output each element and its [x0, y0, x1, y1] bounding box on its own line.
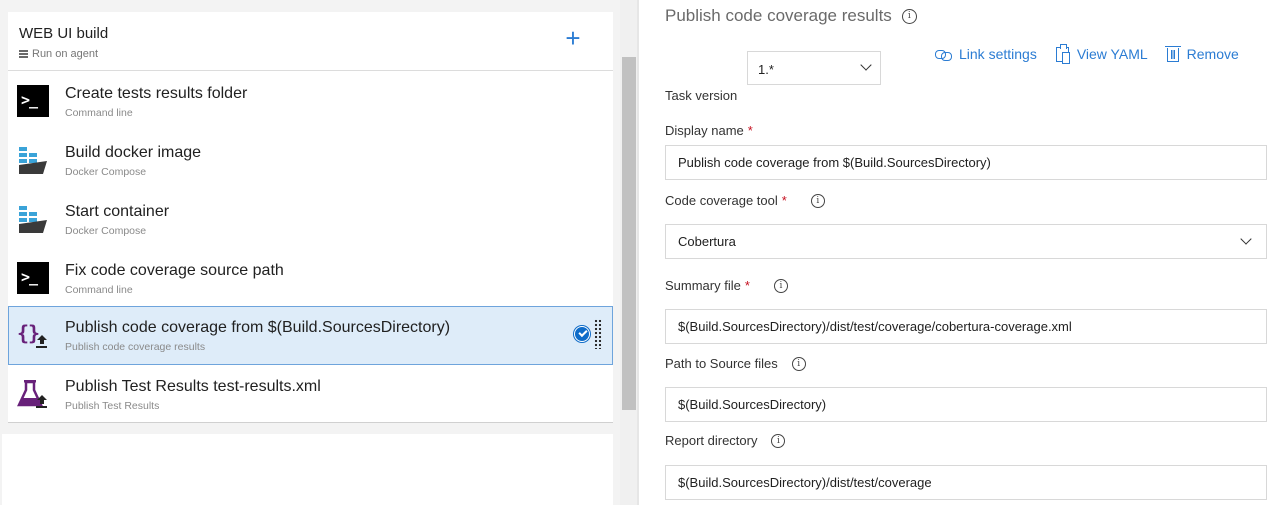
docker-icon — [19, 147, 47, 174]
summary-file-label: Summary file * i — [665, 278, 788, 293]
path-to-source-label-text: Path to Source files — [665, 356, 778, 371]
coverage-tool-label-text: Code coverage tool — [665, 193, 778, 208]
task-name: Start container — [65, 203, 170, 220]
svg-text:}: } — [28, 321, 40, 345]
enabled-check-icon[interactable] — [574, 326, 590, 342]
task-item[interactable]: >_ Create tests results folder Command l… — [8, 72, 613, 130]
publish-code-coverage-icon: { } — [17, 321, 47, 348]
task-name: Fix code coverage source path — [65, 262, 284, 279]
display-name-label: Display name * — [665, 123, 753, 138]
info-icon[interactable]: i — [901, 8, 917, 24]
agent-server-icon — [19, 49, 28, 59]
remove-button[interactable]: Remove — [1164, 46, 1239, 62]
chevron-down-icon — [1240, 233, 1252, 245]
task-type: Docker Compose — [65, 166, 147, 178]
report-directory-label: Report directory i — [665, 433, 786, 448]
task-name: Create tests results folder — [65, 85, 248, 102]
info-icon[interactable]: i — [810, 193, 825, 208]
coverage-tool-label: Code coverage tool * i — [665, 193, 825, 208]
view-yaml-button[interactable]: View YAML — [1055, 43, 1148, 64]
task-item[interactable]: >_ Fix code coverage source path Command… — [8, 249, 613, 307]
phase-subtitle-text: Run on agent — [32, 48, 99, 60]
task-actions: Link settings View YAML Remove — [935, 43, 1239, 64]
task-details-title-text: Publish code coverage results — [665, 6, 892, 25]
chevron-down-icon — [860, 59, 872, 71]
task-details-title: Publish code coverage results i — [665, 6, 917, 26]
coverage-tool-select[interactable]: Cobertura — [665, 224, 1267, 259]
task-item[interactable]: Start container Docker Compose — [8, 190, 613, 248]
task-type: Publish code coverage results — [65, 341, 206, 353]
task-name: Publish code coverage from $(Build.Sourc… — [65, 319, 451, 336]
task-version-select[interactable]: 1.* — [747, 51, 881, 85]
task-item[interactable]: Publish Test Results test-results.xml Pu… — [8, 365, 613, 423]
task-type: Command line — [65, 284, 133, 296]
link-icon — [935, 49, 952, 61]
task-version-value: 1.* — [758, 62, 774, 77]
path-to-source-label: Path to Source files i — [665, 356, 806, 371]
docker-icon — [19, 206, 47, 233]
link-settings-label: Link settings — [959, 46, 1037, 62]
report-directory-input[interactable] — [665, 465, 1267, 500]
trash-icon — [1164, 46, 1181, 62]
add-task-button[interactable]: + — [561, 25, 585, 51]
task-name: Publish Test Results test-results.xml — [65, 378, 321, 395]
task-type: Docker Compose — [65, 225, 147, 237]
task-details-pane: Publish code coverage results i Task ver… — [639, 0, 1278, 505]
coverage-tool-value: Cobertura — [678, 234, 736, 249]
task-version-label: Task version — [665, 88, 738, 103]
path-to-source-input[interactable] — [665, 387, 1267, 422]
next-phase-placeholder — [2, 434, 613, 505]
task-type: Publish Test Results — [65, 400, 160, 412]
command-line-icon: >_ — [17, 85, 49, 117]
publish-test-results-icon — [17, 380, 47, 408]
pipeline-editor: WEB UI build Run on agent + >_ Create te… — [0, 0, 1278, 505]
phase-subtitle: Run on agent — [19, 48, 98, 60]
task-item[interactable]: Build docker image Docker Compose — [8, 131, 613, 189]
task-name: Build docker image — [65, 144, 202, 161]
phase-title: WEB UI build — [19, 25, 109, 42]
summary-file-label-text: Summary file — [665, 278, 741, 293]
task-item-selected[interactable]: { } Publish code coverage from $(Build.S… — [8, 306, 613, 365]
required-marker: * — [747, 123, 753, 138]
task-type: Command line — [65, 107, 133, 119]
phase-header[interactable]: WEB UI build Run on agent + — [8, 12, 613, 71]
tasks-pane: WEB UI build Run on agent + >_ Create te… — [0, 0, 639, 505]
required-marker: * — [744, 278, 750, 293]
clipboard-icon — [1055, 43, 1070, 64]
info-icon[interactable]: i — [773, 278, 788, 293]
drag-handle-icon[interactable] — [594, 319, 602, 349]
display-name-label-text: Display name — [665, 123, 744, 138]
command-line-icon: >_ — [17, 262, 49, 294]
agent-phase: WEB UI build Run on agent + >_ Create te… — [8, 12, 613, 423]
display-name-input[interactable] — [665, 145, 1267, 180]
link-settings-button[interactable]: Link settings — [935, 46, 1037, 62]
report-directory-label-text: Report directory — [665, 433, 758, 448]
required-marker: * — [781, 193, 787, 208]
view-yaml-label: View YAML — [1076, 46, 1148, 62]
summary-file-input[interactable] — [665, 309, 1267, 344]
info-icon[interactable]: i — [771, 433, 786, 448]
info-icon[interactable]: i — [791, 356, 806, 371]
remove-label: Remove — [1186, 46, 1239, 62]
scrollbar-thumb[interactable] — [622, 57, 636, 410]
